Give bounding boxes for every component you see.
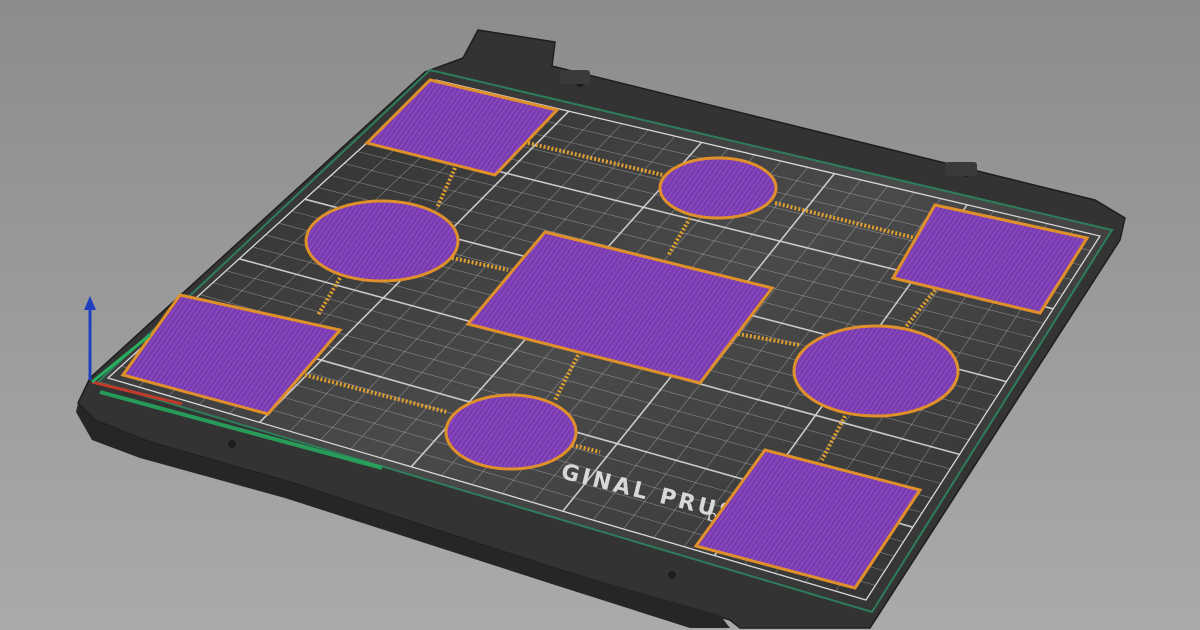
mount-hole <box>668 571 676 579</box>
part-circle-2[interactable] <box>304 199 460 283</box>
bed-scene[interactable]: GINAL PRUS b <box>0 0 1200 630</box>
mount-hole <box>228 440 236 448</box>
z-axis-arrow-icon <box>84 296 96 310</box>
3d-viewport[interactable]: GINAL PRUS b <box>0 0 1200 630</box>
part-circle-3[interactable] <box>792 324 960 418</box>
part-circle-1[interactable] <box>658 156 778 220</box>
part-circle-4[interactable] <box>444 393 578 471</box>
